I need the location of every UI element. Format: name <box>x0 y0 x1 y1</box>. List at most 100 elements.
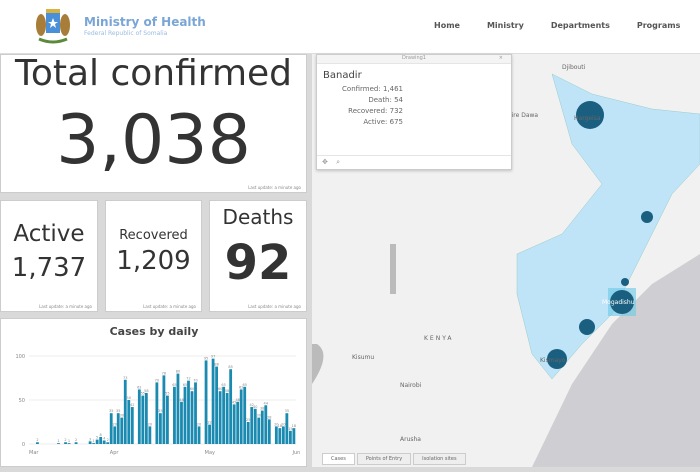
tab-points-of-entry[interactable]: Points of Entry <box>356 453 412 465</box>
nav-ministry[interactable]: Ministry <box>487 21 524 30</box>
bar-data-label: 30 <box>257 414 261 418</box>
bar <box>257 417 261 444</box>
bar-data-label: 2 <box>64 438 66 442</box>
bar <box>113 426 117 444</box>
tab-isolation-sites[interactable]: Isolation sites <box>413 453 466 465</box>
bar <box>218 391 222 444</box>
cases-by-daily-chart: Cases by daily 0 50 100 2 1 2 1 2 3 1 5 8 4 2 35 20 35 30… <box>0 318 307 467</box>
bar <box>260 410 264 444</box>
lake-victoria <box>312 344 324 384</box>
bar <box>148 426 152 444</box>
map-label: Djibouti <box>562 64 586 71</box>
case-bubble[interactable] <box>579 319 595 335</box>
bar-data-label: 20 <box>112 422 116 426</box>
popup-recovered: Recovered: 732 <box>348 107 403 115</box>
bar-data-label: 80 <box>176 370 180 374</box>
bar <box>67 443 71 444</box>
map-tabs: Cases Points of Entry Isolation sites <box>322 453 468 465</box>
bar-data-label: 88 <box>214 363 218 367</box>
bar <box>180 401 183 444</box>
bar <box>64 442 67 444</box>
bar-data-label: 48 <box>235 398 239 402</box>
popup-confirmed: Confirmed: 1,461 <box>342 85 403 93</box>
close-icon[interactable]: × <box>499 55 503 61</box>
bar-data-label: 8 <box>100 433 102 437</box>
nav-programs[interactable]: Programs <box>637 21 680 30</box>
bar <box>194 382 197 444</box>
feature-popup: Drawing1 × Banadir Confirmed: 1,461 Death… <box>316 54 512 170</box>
bar <box>197 426 201 444</box>
bar-data-label: 20 <box>148 422 152 426</box>
bar <box>144 392 148 444</box>
total-value: 3,038 <box>56 101 251 180</box>
bar-data-label: 1 <box>68 439 70 443</box>
recovered-card: Recovered 1,209 Last update: a minute ag… <box>105 200 202 312</box>
bar <box>236 401 240 444</box>
map-label: Kismayo <box>540 357 566 364</box>
coat-of-arms-logo[interactable] <box>33 7 73 47</box>
y-tick-label: 0 <box>22 442 25 448</box>
bar-data-label: 65 <box>172 383 176 387</box>
bar <box>102 440 106 444</box>
bar <box>36 442 39 444</box>
bar-data-label: 55 <box>165 392 169 396</box>
bar-data-label: 97 <box>211 355 215 359</box>
zoom-to-icon[interactable]: ⌕ <box>336 158 340 166</box>
bar <box>278 428 282 444</box>
bar-data-label: 50 <box>127 396 131 400</box>
bar-data-label: 30 <box>120 414 124 418</box>
bar <box>137 389 141 444</box>
bar <box>120 417 124 444</box>
recovered-value: 1,209 <box>116 246 191 276</box>
nav-departments[interactable]: Departments <box>551 21 610 30</box>
bar-data-label: 35 <box>158 409 162 413</box>
active-card: Active 1,737 Last update: a minute ago <box>0 200 98 312</box>
bar <box>92 443 96 444</box>
bar-data-label: 65 <box>221 383 225 387</box>
bar-data-label: 70 <box>155 378 159 382</box>
y-tick-label: 50 <box>19 398 25 404</box>
bar-data-label: 35 <box>109 409 113 413</box>
map-label: Arusha <box>400 436 421 443</box>
bar-data-label: 65 <box>183 383 187 387</box>
popup-active: Active: 675 <box>363 118 403 126</box>
y-tick-label: 100 <box>15 354 25 360</box>
deaths-label: Deaths <box>222 205 294 229</box>
popup-title: Banadir <box>323 70 362 81</box>
map-label: Nairobi <box>400 382 422 389</box>
map-label: Kisumu <box>352 354 374 361</box>
tab-cases[interactable]: Cases <box>322 453 355 465</box>
nav-home[interactable]: Home <box>434 21 460 30</box>
bar <box>288 430 292 444</box>
total-confirmed-card: Total confirmed 3,038 Last update: a min… <box>0 53 307 193</box>
chart-svg: Cases by daily 0501002 1 2 1 2 3 1584 235203530… <box>15 325 300 456</box>
deaths-card: Deaths 92 Last update: a minute ago <box>209 200 307 312</box>
bar <box>176 373 180 444</box>
bar-data-label: 44 <box>264 401 269 405</box>
bar <box>208 424 211 444</box>
map-label: Mogadishu <box>602 299 635 306</box>
bar <box>190 391 194 444</box>
org-name[interactable]: Ministry of Health <box>84 15 206 29</box>
move-icon[interactable]: ✥ <box>322 158 328 166</box>
bar <box>264 405 268 444</box>
bar <box>106 442 110 444</box>
bar-data-label: 35 <box>116 409 120 413</box>
popup-death: Death: 54 <box>368 96 403 104</box>
map-label: Hargeisa <box>574 115 601 122</box>
case-bubble[interactable] <box>621 278 629 286</box>
bar-data-label: 1 <box>57 439 59 443</box>
site-header: Ministry of Health Federal Republic of So… <box>0 0 700 54</box>
bar-data-label: 40 <box>253 405 257 409</box>
bar-data-label: 3 <box>89 437 91 441</box>
bar <box>267 419 271 444</box>
case-bubble[interactable] <box>641 211 653 223</box>
bar <box>109 413 113 444</box>
bar-data-label: 1 <box>93 439 95 443</box>
bar <box>243 386 247 444</box>
bar <box>204 360 208 444</box>
bar <box>211 358 215 444</box>
bar-data-label: 2 <box>36 438 38 442</box>
bar-data-label: 18 <box>292 424 296 428</box>
bar <box>95 439 99 444</box>
